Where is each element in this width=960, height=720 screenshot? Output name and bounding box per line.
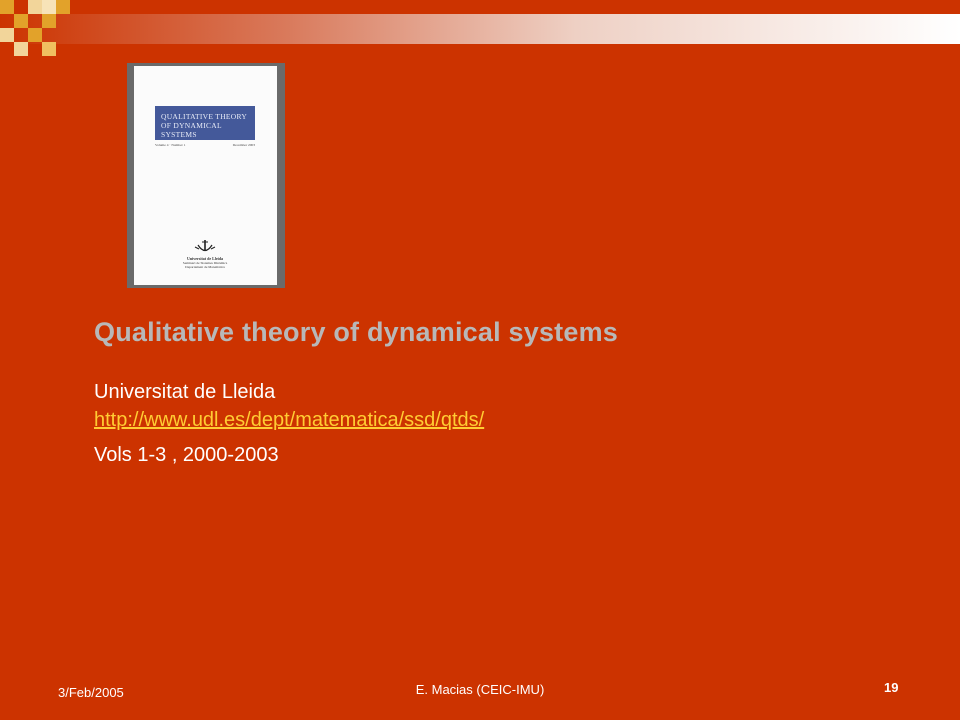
- decor-square: [0, 0, 14, 14]
- page-number: 19: [884, 680, 899, 695]
- decor-square: [28, 0, 42, 14]
- decor-square: [0, 28, 14, 42]
- journal-url-link[interactable]: http://www.udl.es/dept/matematica/ssd/qt…: [94, 409, 484, 432]
- volumes-text: Vols 1-3 , 2000-2003: [94, 444, 279, 466]
- cover-issue-line: Volume 4 · Number 1 December 2003: [155, 143, 255, 147]
- decor-square: [56, 0, 70, 14]
- journal-cover-image: QUALITATIVE THEORY OF DYNAMICAL SYSTEMS …: [127, 63, 285, 288]
- footer-author: E. Macias (CEIC-IMU): [415, 682, 545, 697]
- cover-title-band: QUALITATIVE THEORY OF DYNAMICAL SYSTEMS: [155, 106, 255, 140]
- cover-volume: Volume 4 · Number 1: [155, 143, 186, 147]
- cover-date: December 2003: [232, 143, 255, 147]
- cover-publisher: Universitat de Lleida Seminari de Sistem…: [174, 256, 236, 270]
- decor-square: [28, 28, 42, 42]
- decor-square: [14, 14, 28, 28]
- cover-publisher-line3: Departament de Matemàtica: [185, 265, 225, 270]
- cover-page: QUALITATIVE THEORY OF DYNAMICAL SYSTEMS …: [134, 66, 277, 285]
- decor-square: [42, 42, 56, 56]
- header-gradient-band: [0, 14, 960, 44]
- decor-square: [42, 14, 56, 28]
- institution-text: Universitat de Lleida: [94, 381, 276, 403]
- cover-title-line1: QUALITATIVE THEORY: [161, 112, 248, 121]
- cover-title-line2: OF DYNAMICAL SYSTEMS: [161, 121, 222, 139]
- decor-square: [42, 0, 56, 14]
- decor-square: [14, 42, 28, 56]
- slide-title: Qualitative theory of dynamical systems: [94, 317, 618, 347]
